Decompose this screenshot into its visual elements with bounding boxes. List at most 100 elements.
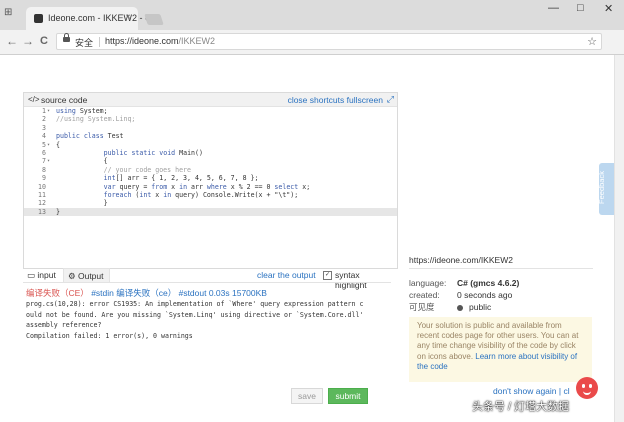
url-text[interactable]: https://ideone.com/IKKEW2 — [105, 36, 215, 46]
line-number: 5 — [42, 140, 46, 149]
code-line[interactable]: 11 foreach (int x in query) Console.Writ… — [24, 191, 397, 199]
line-number: 3 — [42, 123, 46, 132]
chat-robot-eye-left — [582, 384, 585, 388]
io-tabs: ▭ input ⚙ Output clear the output ✓ synt… — [23, 268, 391, 290]
expand-icon[interactable]: ⤢ — [387, 94, 394, 105]
created-label: created: — [409, 290, 440, 300]
fold-arrow-icon[interactable]: ▾ — [47, 157, 50, 165]
browser-titlebar: ⊞ Ideone.com - IKKEW2 - C × — □ ✕ — [0, 0, 624, 30]
code-line[interactable]: 4 public class Test — [24, 132, 397, 140]
code-line[interactable]: 2 //using System.Linq; — [24, 115, 397, 123]
status-stdin[interactable]: #stdin 编译失败（ce） — [91, 288, 176, 298]
code-line[interactable]: 13} — [24, 207, 397, 217]
tab-output[interactable]: ⚙ Output — [63, 268, 110, 282]
window-app-icon: ⊞ — [4, 7, 13, 18]
syntax-highlight-checkbox[interactable]: ✓ — [323, 271, 332, 280]
feedback-label: Feedback — [596, 171, 606, 204]
tab-title: Ideone.com - IKKEW2 - C — [48, 13, 152, 23]
url-host: https://ideone.com — [105, 36, 179, 46]
language-label: language: — [409, 278, 447, 288]
reload-icon[interactable]: C — [40, 35, 48, 47]
code-text: { — [56, 157, 108, 166]
result-status: 编译失败（CE） #stdin 编译失败（ce） #stdout 0.03s 1… — [26, 287, 267, 299]
tab-output-label: Output — [77, 271, 104, 281]
bookmark-star-icon[interactable]: ☆ — [587, 35, 597, 48]
dont-show-again-link[interactable]: don't show again | cl — [493, 386, 570, 396]
browser-toolbar: ← → C 安全 https://ideone.com/IKKEW2 ☆ ⋮ — [0, 30, 624, 77]
code-line[interactable]: 3 — [24, 124, 397, 132]
output-body: 编译失败（CE） #stdin 编译失败（ce） #stdout 0.03s 1… — [23, 282, 391, 405]
chat-robot-eye-right — [589, 384, 592, 388]
code-line[interactable]: 1 ▾ using System; — [24, 107, 397, 115]
status-stdout[interactable]: #stdout 0.03s 15700KB — [179, 288, 267, 298]
code-text: // your code goes here — [56, 165, 191, 174]
forward-icon[interactable]: → — [22, 34, 34, 48]
code-line[interactable]: 10 var query = from x in arr where x % 2… — [24, 183, 397, 191]
code-text: } — [56, 199, 108, 208]
created-value: 0 seconds ago — [457, 290, 513, 300]
code-text: { — [56, 140, 60, 149]
line-number: 12 — [38, 199, 46, 208]
line-number: 7 — [42, 157, 46, 166]
page-content: </> source code close shortcuts fullscre… — [0, 55, 624, 422]
visibility-value: public — [469, 302, 492, 312]
back-icon[interactable]: ← — [6, 34, 18, 48]
code-icon: </> — [28, 95, 40, 104]
line-number: 10 — [38, 182, 46, 191]
line-number: 13 — [38, 207, 46, 216]
status-ce: 编译失败（CE） — [26, 288, 89, 298]
visibility-label: 可见度 — [409, 302, 435, 312]
watermark: 头条号 / 灯塔大数据 — [472, 401, 570, 413]
tab-input[interactable]: ▭ input — [27, 270, 56, 281]
globe-icon[interactable] — [457, 304, 463, 311]
minimize-icon[interactable]: — — [548, 2, 559, 14]
visibility-notice: Your solution is public and available fr… — [409, 317, 592, 382]
fold-arrow-icon[interactable]: ▾ — [47, 107, 50, 115]
window-close-icon[interactable]: ✕ — [604, 2, 613, 15]
line-number: 4 — [42, 132, 46, 141]
code-text: public class Test — [56, 132, 124, 141]
editor-links[interactable]: close shortcuts fullscreen — [288, 95, 383, 105]
feedback-tab[interactable]: Feedback — [596, 163, 615, 215]
line-number: 9 — [42, 174, 46, 183]
line-number: 2 — [42, 115, 46, 124]
code-line[interactable]: 8 // your code goes here — [24, 166, 397, 174]
tab-input-label: input — [37, 270, 56, 280]
lock-icon — [63, 33, 70, 42]
code-line[interactable]: 12 } — [24, 199, 397, 207]
maximize-icon[interactable]: □ — [577, 2, 584, 14]
language-value: C# (gmcs 4.6.2) — [457, 278, 520, 288]
fold-arrow-icon[interactable]: ▾ — [47, 141, 50, 149]
tab-close-icon[interactable]: × — [125, 12, 131, 23]
code-text: int[] arr = { 1, 2, 3, 4, 5, 6, 7, 8 }; — [103, 174, 259, 183]
code-line[interactable]: 7 ▾ { — [24, 157, 397, 165]
clear-output-link[interactable]: clear the output — [257, 270, 316, 280]
code-editor[interactable]: 1 ▾ using System; 2//using System.Linq; 3 4 pu… — [24, 107, 397, 217]
code-text: } — [56, 207, 60, 216]
save-button[interactable]: save — [291, 388, 323, 404]
code-text: //using System.Linq; — [56, 115, 136, 124]
share-url[interactable]: https://ideone.com/IKKEW2 — [409, 255, 593, 269]
code-text: foreach (int x in query) Console.Write(x… — [103, 190, 299, 199]
url-path: /IKKEW2 — [178, 36, 216, 46]
code-line[interactable]: 5 ▾ { — [24, 141, 397, 149]
new-tab-button[interactable] — [144, 14, 164, 25]
address-separator — [99, 37, 100, 47]
source-code-panel: </> source code close shortcuts fullscre… — [23, 92, 398, 269]
favicon-icon — [34, 14, 43, 23]
io-panel: ▭ input ⚙ Output clear the output ✓ synt… — [23, 268, 391, 405]
code-line[interactable]: 6 public static void Main() — [24, 149, 397, 157]
code-line[interactable]: 9 int[] arr = { 1, 2, 3, 4, 5, 6, 7, 8 }… — [24, 174, 397, 182]
address-bar[interactable]: 安全 https://ideone.com/IKKEW2 ☆ — [56, 33, 602, 50]
submission-info: https://ideone.com/IKKEW2 language: C# (… — [409, 255, 593, 396]
code-text: public static void Main() — [103, 148, 203, 157]
code-text: var query = from x in arr where x % 2 ==… — [103, 182, 311, 191]
line-number: 11 — [38, 190, 46, 199]
browser-tab[interactable]: Ideone.com - IKKEW2 - C × — [26, 7, 152, 30]
line-number: 1 — [42, 107, 46, 115]
source-code-header: </> source code close shortcuts fullscre… — [24, 93, 397, 107]
submit-button[interactable]: submit — [328, 388, 368, 404]
chat-robot-icon[interactable] — [576, 377, 598, 399]
page-scrollbar[interactable] — [614, 55, 624, 422]
code-text: using System; — [56, 107, 108, 115]
